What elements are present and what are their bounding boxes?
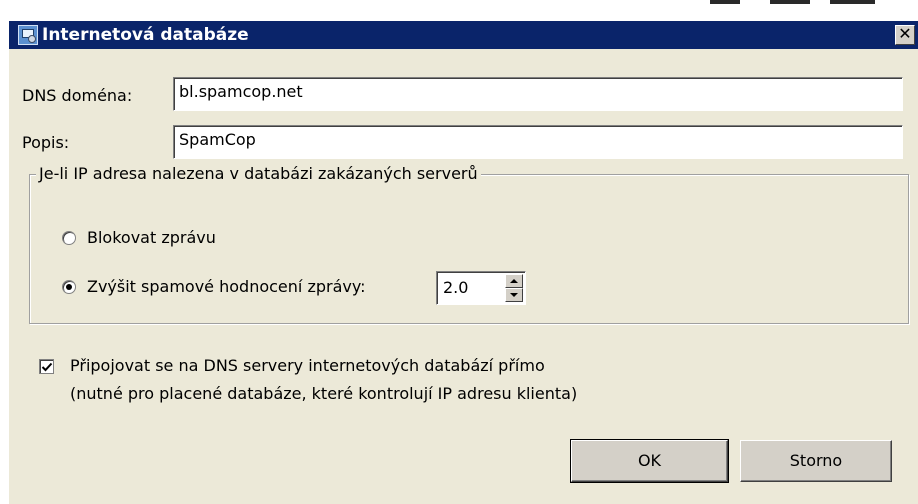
- cancel-button[interactable]: Storno: [740, 440, 892, 482]
- close-button[interactable]: ✕: [895, 25, 915, 45]
- spin-up-button[interactable]: [505, 274, 523, 288]
- direct-dns-label[interactable]: Připojovat se na DNS servery internetový…: [70, 356, 545, 376]
- block-message-label[interactable]: Blokovat zprávu: [87, 228, 216, 248]
- dns-domain-label: DNS doména:: [22, 86, 133, 105]
- background-artifact: [710, 0, 740, 4]
- raise-score-radio[interactable]: [62, 280, 76, 294]
- block-message-radio[interactable]: [62, 231, 76, 245]
- radio-selected-dot: [66, 284, 72, 290]
- background-strip: [0, 0, 918, 20]
- background-artifact: [830, 0, 875, 4]
- background-artifact: [770, 0, 810, 4]
- raise-score-label[interactable]: Zvýšit spamové hodnocení zprávy:: [87, 277, 366, 297]
- score-value[interactable]: 2.0: [443, 278, 468, 298]
- description-input[interactable]: SpamCop: [173, 125, 903, 159]
- database-window-icon: [18, 25, 38, 45]
- close-icon: ✕: [898, 24, 912, 43]
- checkmark-icon: [41, 362, 53, 372]
- score-spinner[interactable]: 2.0: [436, 271, 526, 305]
- description-label: Popis:: [22, 133, 70, 152]
- direct-dns-note: (nutné pro placené databáze, které kontr…: [70, 384, 578, 403]
- dns-domain-input[interactable]: bl.spamcop.net: [173, 77, 903, 111]
- window-title: Internetová databáze: [42, 25, 249, 45]
- group-legend: Je-li IP adresa nalezena v databázi zaká…: [36, 164, 481, 184]
- ok-button[interactable]: OK: [570, 439, 729, 483]
- title-bar[interactable]: Internetová databáze ✕: [9, 21, 918, 49]
- arrow-down-icon: [510, 293, 518, 297]
- spin-down-button[interactable]: [505, 288, 523, 302]
- direct-dns-checkbox[interactable]: [39, 359, 54, 374]
- arrow-up-icon: [510, 279, 518, 283]
